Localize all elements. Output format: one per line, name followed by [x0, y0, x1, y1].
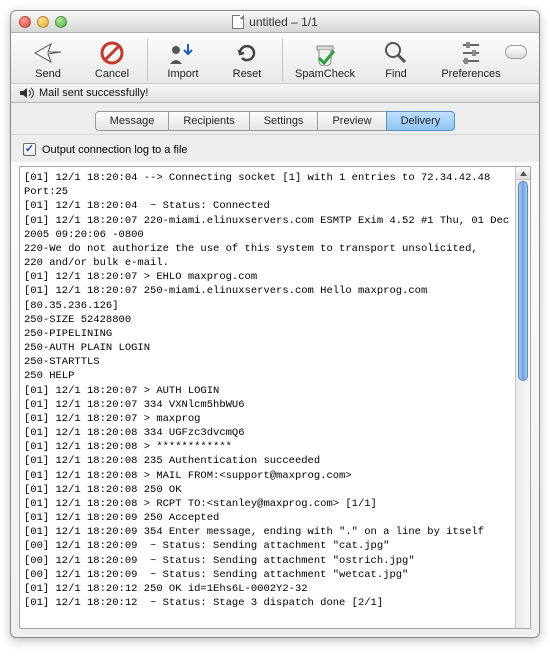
zoom-button[interactable]	[55, 16, 67, 28]
cancel-icon	[96, 39, 128, 67]
app-window: untitled – 1/1 Send Cancel	[10, 10, 540, 638]
status-text: Mail sent successfully!	[39, 87, 148, 99]
import-icon	[167, 39, 199, 67]
window-title: untitled – 1/1	[249, 15, 318, 29]
import-label: Import	[167, 68, 198, 80]
log-panel: [01] 12/1 18:20:04 --> Connecting socket…	[19, 166, 531, 629]
tab-message[interactable]: Message	[95, 111, 170, 131]
reset-label: Reset	[233, 68, 262, 80]
vertical-scrollbar[interactable]	[515, 167, 530, 628]
window-title-area: untitled – 1/1	[11, 15, 539, 29]
reset-button[interactable]: Reset	[220, 39, 274, 80]
import-button[interactable]: Import	[156, 39, 210, 80]
toolbar-separator	[282, 39, 283, 81]
minimize-button[interactable]	[37, 16, 49, 28]
send-button[interactable]: Send	[21, 39, 75, 80]
send-icon	[32, 39, 64, 67]
preferences-icon	[455, 39, 487, 67]
tab-settings[interactable]: Settings	[249, 111, 319, 131]
connection-log[interactable]: [01] 12/1 18:20:04 --> Connecting socket…	[20, 167, 515, 628]
find-label: Find	[385, 68, 406, 80]
status-bar: Mail sent successfully!	[11, 84, 539, 103]
spamcheck-button[interactable]: SpamCheck	[291, 39, 359, 80]
preferences-button[interactable]: Preferences	[437, 39, 505, 80]
reset-icon	[231, 39, 263, 67]
tab-preview[interactable]: Preview	[317, 111, 386, 131]
check-icon: ✓	[25, 144, 34, 155]
spamcheck-label: SpamCheck	[295, 68, 355, 80]
tab-recipients[interactable]: Recipients	[168, 111, 249, 131]
speaker-icon	[19, 87, 33, 99]
toolbar-pill-button[interactable]	[505, 45, 527, 59]
output-log-label: Output connection log to a file	[42, 144, 188, 156]
preferences-label: Preferences	[441, 68, 500, 80]
delivery-options: ✓ Output connection log to a file	[11, 134, 539, 162]
spamcheck-icon	[309, 39, 341, 67]
cancel-label: Cancel	[95, 68, 129, 80]
find-icon	[380, 39, 412, 67]
tab-delivery[interactable]: Delivery	[386, 111, 456, 131]
find-button[interactable]: Find	[369, 39, 423, 80]
output-log-checkbox[interactable]: ✓	[23, 143, 36, 156]
titlebar[interactable]: untitled – 1/1	[11, 11, 539, 33]
send-label: Send	[35, 68, 61, 80]
cancel-button[interactable]: Cancel	[85, 39, 139, 80]
tab-bar: Message Recipients Settings Preview Deli…	[11, 103, 539, 134]
scroll-up-arrow[interactable]	[516, 167, 530, 180]
close-button[interactable]	[19, 16, 31, 28]
window-controls	[11, 16, 67, 28]
document-icon	[232, 15, 244, 29]
scrollbar-thumb[interactable]	[518, 181, 528, 381]
toolbar: Send Cancel Import Reset	[11, 33, 539, 84]
toolbar-separator	[147, 39, 148, 81]
